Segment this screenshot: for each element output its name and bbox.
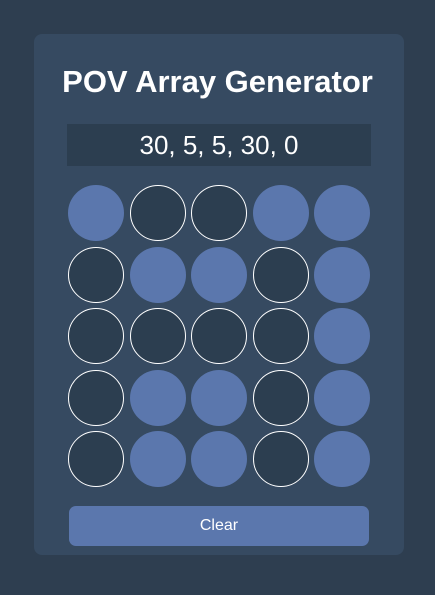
led-cell-r4-c4[interactable] [252, 369, 309, 426]
page-title: POV Array Generator [62, 64, 373, 99]
led-cell-r2-c3[interactable] [191, 246, 247, 303]
led-cell-r5-c2[interactable] [129, 431, 186, 487]
led-cell-r2-c2[interactable] [129, 246, 186, 303]
led-cell-r3-c3[interactable] [191, 308, 247, 364]
led-grid [68, 185, 370, 487]
clear-button[interactable]: Clear [69, 506, 369, 546]
led-cell-r4-c3[interactable] [191, 369, 247, 426]
led-cell-r3-c4[interactable] [252, 308, 309, 364]
led-cell-r3-c5[interactable] [314, 308, 370, 364]
array-output: 30, 5, 5, 30, 0 [67, 124, 371, 166]
led-cell-r4-c1[interactable] [68, 369, 124, 426]
led-cell-r5-c5[interactable] [314, 431, 370, 487]
led-cell-r5-c4[interactable] [252, 431, 309, 487]
led-cell-r1-c2[interactable] [129, 185, 186, 241]
led-cell-r2-c4[interactable] [252, 246, 309, 303]
led-cell-r3-c1[interactable] [68, 308, 124, 364]
led-cell-r1-c1[interactable] [68, 185, 124, 241]
led-cell-r4-c2[interactable] [129, 369, 186, 426]
led-cell-r4-c5[interactable] [314, 369, 370, 426]
led-cell-r2-c1[interactable] [68, 246, 124, 303]
led-cell-r1-c4[interactable] [252, 185, 309, 241]
led-cell-r2-c5[interactable] [314, 246, 370, 303]
led-cell-r5-c1[interactable] [68, 431, 124, 487]
led-cell-r5-c3[interactable] [191, 431, 247, 487]
led-cell-r1-c3[interactable] [191, 185, 247, 241]
led-cell-r3-c2[interactable] [129, 308, 186, 364]
led-cell-r1-c5[interactable] [314, 185, 370, 241]
